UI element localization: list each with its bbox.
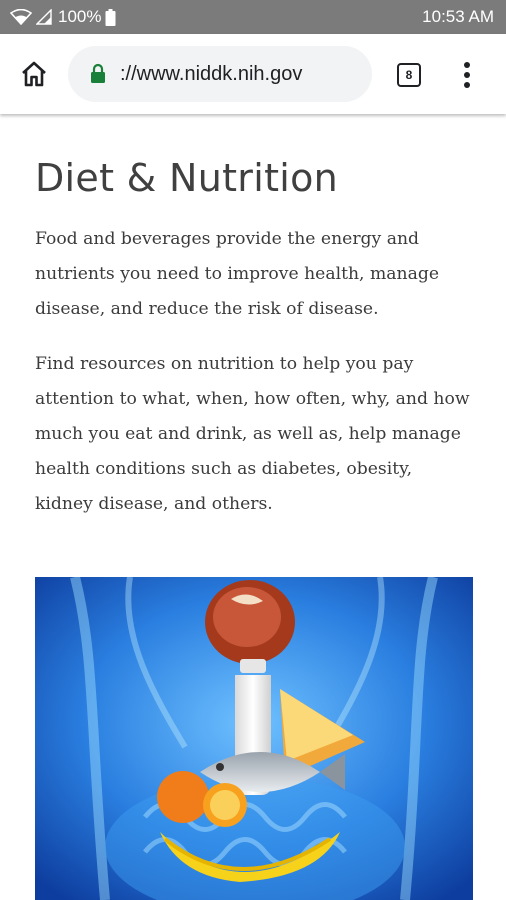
tab-count: 8: [405, 68, 413, 82]
signal-icon: [36, 9, 52, 25]
intro-paragraph: Food and beverages provide the energy an…: [35, 229, 440, 319]
lock-icon: [91, 63, 105, 83]
address-bar[interactable]: ://www.niddk.nih.gov: [68, 46, 372, 102]
wifi-icon: [10, 9, 32, 25]
home-icon: [22, 61, 46, 87]
home-button[interactable]: [18, 58, 50, 90]
page-content: Diet & Nutrition Food and beverages prov…: [35, 150, 475, 522]
page-title: Diet & Nutrition: [35, 156, 339, 200]
url-text: ://www.niddk.nih.gov: [120, 63, 303, 85]
battery-icon: [105, 8, 116, 26]
nutrition-hero-image: [35, 577, 473, 900]
status-time: 10:53 AM: [422, 7, 494, 26]
battery-percent: 100%: [58, 7, 102, 26]
overflow-menu-icon: [464, 62, 470, 88]
tab-switcher-button[interactable]: 8: [397, 63, 421, 87]
browser-toolbar: ://www.niddk.nih.gov 8: [0, 34, 506, 114]
status-icons: 100%: [10, 0, 116, 34]
body-food-illustration: [35, 577, 473, 900]
resources-paragraph: Find resources on nutrition to help you …: [35, 354, 470, 514]
status-bar: 100% 10:53 AM: [0, 0, 506, 34]
overflow-menu-button[interactable]: [457, 60, 477, 90]
